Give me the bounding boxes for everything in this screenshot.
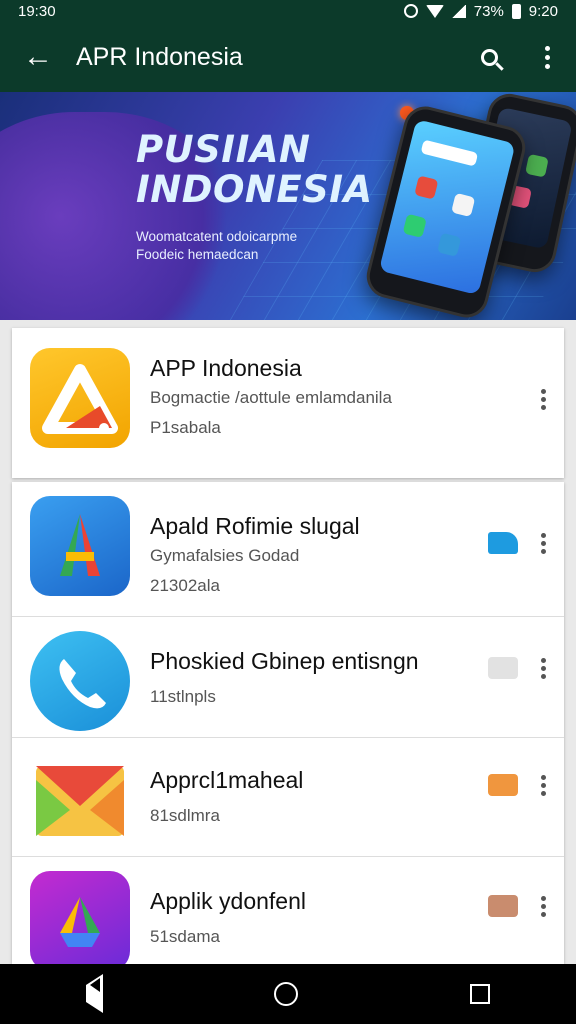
banner-title-line1: PUSIIAN [136,128,311,171]
status-clock: 9:20 [528,2,558,20]
nav-back-button[interactable] [85,974,103,1013]
app-description: 81sdlmra [150,806,220,825]
more-options-button[interactable] [541,530,546,557]
status-time: 19:30 [18,2,56,20]
arrow-left-icon: ← [23,40,53,73]
app-name: APP Indonesia [150,355,302,381]
banner-subtitle: Woomatcatent odoicarpme Foodeic hemaedca… [136,228,297,264]
search-button[interactable] [460,48,518,66]
overflow-menu-button[interactable] [518,45,576,69]
drive-app-icon [30,871,130,971]
promo-banner[interactable]: PUSIIAN INDONESIA Woomatcatent odoicarpm… [0,92,576,320]
more-options-button[interactable] [541,772,546,799]
nav-recents-button[interactable] [470,984,491,1004]
list-item[interactable]: APP Indonesia Bogmactie /aottule emlamda… [12,328,564,478]
more-options-button[interactable] [541,655,546,682]
app-description: Bogmactie /aottule emlamdanila [150,388,392,407]
triangle-app-icon [30,348,130,448]
battery-icon [511,3,521,19]
system-nav-bar [0,964,576,1024]
letter-a-app-icon [30,496,130,596]
list-item[interactable]: Apprcl1maheal 81sdlmra [12,738,564,856]
nav-home-button[interactable] [274,982,299,1006]
phone-app-icon [30,631,130,731]
app-bar: ← APR Indonesia [0,22,576,92]
app-meta: P1sabala [150,418,221,437]
status-bar: 19:30 73% 9:20 [0,0,576,22]
alarm-icon [403,4,418,18]
banner-title-line2: INDONESIA [136,168,373,211]
featured-card: APP Indonesia Bogmactie /aottule emlamda… [12,328,564,478]
list-item[interactable]: Applik ydonfenl 51sdama [12,857,564,971]
battery-percent: 73% [473,2,504,20]
mail-app-icon [30,750,130,850]
banner-subtitle-line2: Foodeic hemaedcan [136,247,259,262]
wifi-icon [425,4,444,18]
app-description: 51sdama [150,927,220,946]
status-badge [488,657,518,679]
search-icon [480,48,498,66]
app-list: APP Indonesia Bogmactie /aottule emlamda… [12,328,564,971]
apps-card: Apald Rofimie slugal Gymafalsies Godad 2… [12,482,564,971]
page-title: APR Indonesia [76,42,243,71]
list-item[interactable]: Apald Rofimie slugal Gymafalsies Godad 2… [12,482,564,616]
status-badge [488,774,518,796]
list-item[interactable]: Phoskied Gbinep entisngn 11stlnpls [12,617,564,737]
more-options-button[interactable] [541,386,546,413]
nav-home-icon [274,982,299,1006]
back-button[interactable]: ← [0,40,76,74]
nav-recents-icon [470,984,491,1004]
nav-back-icon [85,974,103,1013]
more-vert-icon [544,45,550,69]
status-badge [488,895,518,917]
banner-subtitle-line1: Woomatcatent odoicarpme [136,229,298,244]
more-options-button[interactable] [541,893,546,920]
banner-title: PUSIIAN INDONESIA [136,130,373,210]
app-description: 11stlnpls [150,687,216,706]
app-meta: 21302ala [150,576,220,595]
status-badge [488,532,518,554]
signal-icon [451,4,466,18]
